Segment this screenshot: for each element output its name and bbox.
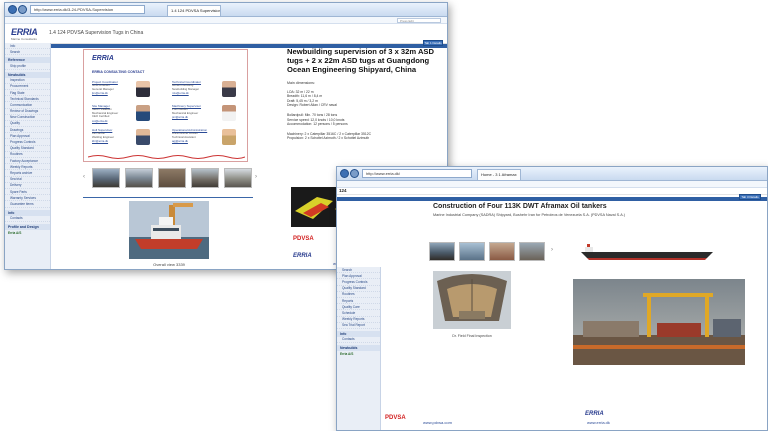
shipyard-photo[interactable] — [573, 279, 745, 365]
chevron-left-icon[interactable]: ‹ — [83, 174, 85, 180]
sidebar: Search Plan Approval Progress Controls Qual… — [337, 267, 381, 430]
gallery-thumbnail[interactable] — [429, 242, 455, 261]
spec-line: Propulsion: 2 x Schottel Azimuth / 2 x S… — [287, 136, 370, 141]
sidebar-note[interactable]: Erria A/S — [5, 230, 50, 236]
photo-caption: Overall view 3339 — [153, 262, 185, 267]
sidebar-item[interactable]: Sea Trial Report — [337, 323, 380, 329]
sidebar: Info Search Reference Ship profile Newbu… — [5, 43, 51, 269]
page-title: 1.4 124 PDVSA Supervision Tugs in China — [49, 30, 144, 36]
site-header: ERRIA Marine Consultants 1.4 124 PDVSA S… — [5, 24, 447, 44]
details-button[interactable]: Tab 3 Details — [739, 194, 761, 200]
contact-entry: Site Manager Søren Villadsen Mechanical En… — [92, 104, 164, 123]
contact-email-link[interactable]: kbr@erria.dk — [92, 139, 164, 143]
contact-entry: Project Coordinator Jens Knudsen General M… — [92, 80, 164, 95]
browser-window-tankers: http://www.erria.dk/ Home - 3 1 Aframax … — [336, 166, 768, 431]
page-title: Construction of Four 113K DWT Aframax Oi… — [433, 203, 607, 210]
sidebar-list: Inspection Procurement Flag State Technical… — [5, 78, 50, 208]
gallery-thumbnail[interactable] — [191, 168, 219, 188]
section-number: 124 — [339, 188, 347, 193]
photo-carousel: ‹ › — [83, 168, 263, 190]
contact-card: ERRIA ERRIA CONSULTING CONTACT Project C… — [83, 49, 248, 162]
spec-block: LOA: 32 m / 22 m Breadth: 11,6 m / 8,4 mD… — [287, 90, 445, 108]
person-photo — [222, 105, 236, 121]
article-title: Newbuilding supervision of 3 x 32m ASD t… — [287, 47, 434, 75]
decorative-wave — [88, 155, 245, 159]
back-icon[interactable] — [8, 5, 17, 14]
back-icon[interactable] — [340, 169, 349, 178]
person-photo — [222, 129, 236, 145]
sidebar-item-contacts[interactable]: Contacts — [337, 337, 380, 344]
person-photo — [136, 105, 150, 121]
favorites-bar — [337, 181, 767, 188]
erria-logo[interactable]: ERRIA — [11, 27, 38, 37]
sidebar-note[interactable]: Erria A/S — [337, 351, 380, 357]
chevron-right-icon[interactable]: › — [551, 247, 553, 253]
person-photo — [136, 81, 150, 97]
erria-logo-footer[interactable]: ERRIA — [293, 253, 312, 259]
contact-email-link[interactable]: jkn@erria.dk — [92, 91, 164, 95]
browser-tab[interactable]: 1.4 124 PDVSA Supervision Tugs in China — [167, 5, 221, 16]
section-bar: 124 — [337, 188, 767, 195]
gallery-thumbnail[interactable] — [224, 168, 252, 188]
person-photo — [222, 81, 236, 97]
inspection-photo[interactable] — [433, 271, 511, 329]
browser-toolbar: http://www.erria.dk/ Home - 3 1 Aframax — [337, 167, 767, 181]
gallery-thumbnail[interactable] — [92, 168, 120, 188]
page-subtitle: Marine Industrial Company (SADRA) Shipya… — [433, 213, 626, 217]
tanker-photo[interactable] — [577, 242, 717, 264]
pdvsa-logo[interactable]: PDVSA — [385, 415, 406, 421]
chevron-right-icon[interactable]: › — [255, 174, 257, 180]
forward-icon[interactable] — [350, 169, 359, 178]
sidebar-item-contacts[interactable]: Contacts — [5, 216, 50, 222]
erria-link[interactable]: www.erria.dk — [587, 420, 610, 425]
divider — [83, 197, 253, 198]
spec-block: Machinery: 2 x Caterpillar 3516C / 2 x C… — [287, 132, 445, 141]
erria-logo-footer[interactable]: ERRIA — [585, 411, 604, 417]
gallery-thumbnail[interactable] — [158, 168, 186, 188]
pdvsa-link[interactable]: www.pdvsa.com — [423, 420, 452, 425]
tug-photo[interactable] — [129, 201, 209, 259]
person-photo — [136, 129, 150, 145]
pdvsa-logo[interactable]: PDVSA — [293, 236, 314, 242]
forward-icon[interactable] — [18, 5, 27, 14]
address-bar[interactable]: http://www.erria.dk/ — [362, 169, 472, 178]
card-title: ERRIA CONSULTING CONTACT — [92, 70, 145, 74]
nav-bar — [337, 197, 767, 201]
details-button[interactable]: Tab 1 Details — [423, 40, 443, 46]
favorites-bar: Press Edit — [5, 17, 447, 24]
slide-canvas: http://www.erria.dk/3-24-PDVSA-Supervisi… — [0, 0, 768, 431]
sidebar-item[interactable]: Ship profile — [5, 63, 50, 70]
contact-email-link[interactable]: svi@erria.dk — [92, 119, 164, 123]
photo-caption: Dr. Field Final Inspection — [452, 334, 492, 338]
gallery-thumbnail[interactable] — [459, 242, 485, 261]
browser-toolbar: http://www.erria.dk/3-24-PDVSA-Supervisi… — [5, 3, 447, 17]
logo-subtitle: Marine Consultants — [11, 37, 37, 41]
gallery-thumbnail[interactable] — [489, 242, 515, 261]
card-logo: ERRIA — [92, 55, 114, 62]
address-bar[interactable]: http://www.erria.dk/3-24-PDVSA-Supervisi… — [30, 5, 145, 14]
gallery-thumbnail[interactable] — [125, 168, 153, 188]
contact-entry: Hull Supervisor Kim Bruun Welding Engineer… — [92, 128, 164, 143]
article: Newbuilding supervision of 3 x 32m ASD t… — [287, 47, 445, 141]
sidebar-list: Search Plan Approval Progress Controls Qual… — [337, 267, 380, 329]
sidebar-item-search[interactable]: Search — [5, 49, 50, 56]
search-input[interactable]: Press Edit — [397, 18, 441, 23]
browser-tab[interactable]: Home - 3 1 Aframax — [477, 169, 521, 180]
sidebar-item[interactable]: Guarantee items — [5, 201, 50, 208]
gallery-thumbnail[interactable] — [519, 242, 545, 261]
spec-block: Bollardpull: Min. 70 tons / 28 tons Servi… — [287, 113, 445, 127]
